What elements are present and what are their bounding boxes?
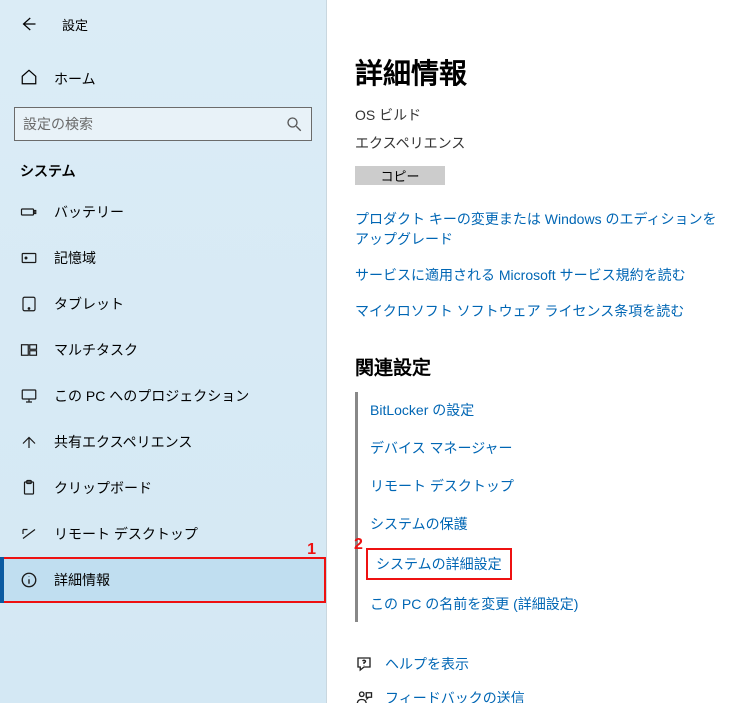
sidebar-item-label: タブレット bbox=[54, 294, 124, 314]
storage-icon bbox=[20, 249, 38, 267]
search-input[interactable] bbox=[23, 116, 285, 132]
sidebar-item-projection[interactable]: この PC へのプロジェクション bbox=[0, 373, 326, 419]
link-rename-pc[interactable]: この PC の名前を変更 (詳細設定) bbox=[370, 594, 724, 614]
sidebar-item-about[interactable]: 詳細情報 bbox=[0, 557, 326, 603]
link-product-key[interactable]: プロダクト キーの変更または Windows のエディションをアップグレード bbox=[355, 209, 724, 249]
copy-button[interactable]: コピー bbox=[355, 166, 445, 185]
sidebar-item-label: リモート デスクトップ bbox=[54, 524, 198, 544]
page-title: 詳細情報 bbox=[355, 52, 724, 92]
search-box[interactable] bbox=[14, 107, 312, 141]
back-icon bbox=[19, 15, 37, 33]
link-system-protection[interactable]: システムの保護 bbox=[370, 514, 724, 534]
link-bitlocker[interactable]: BitLocker の設定 bbox=[370, 400, 724, 420]
sidebar-item-battery[interactable]: バッテリー bbox=[0, 189, 326, 235]
info-row-osbuild: OS ビルド bbox=[355, 104, 724, 126]
info-key: OS ビルド bbox=[355, 105, 421, 125]
related-settings: BitLocker の設定 デバイス マネージャー リモート デスクトップ シス… bbox=[355, 392, 724, 622]
sidebar-item-label: クリップボード bbox=[54, 478, 152, 498]
link-services-terms[interactable]: サービスに適用される Microsoft サービス規約を読む bbox=[355, 265, 724, 285]
clipboard-icon bbox=[20, 479, 38, 497]
annotation-2: 2 bbox=[354, 536, 363, 554]
sidebar-item-label: バッテリー bbox=[54, 202, 124, 222]
info-row-experience: エクスペリエンス bbox=[355, 132, 724, 154]
help-link[interactable]: ヘルプを表示 bbox=[355, 654, 724, 674]
info-key: エクスペリエンス bbox=[355, 133, 465, 153]
sidebar-item-multitask[interactable]: マルチタスク bbox=[0, 327, 326, 373]
feedback-link[interactable]: フィードバックの送信 bbox=[355, 688, 724, 703]
projection-icon bbox=[20, 387, 38, 405]
help-icon bbox=[355, 655, 373, 673]
search-icon bbox=[285, 115, 303, 133]
sidebar-nav: バッテリー 記憶域 タブレット マルチタスク この PC へのプロジェクション … bbox=[0, 189, 326, 603]
help-label: ヘルプを表示 bbox=[385, 654, 469, 674]
sidebar-section-label: システム bbox=[0, 147, 326, 187]
sidebar-item-share[interactable]: 共有エクスペリエンス bbox=[0, 419, 326, 465]
sidebar-item-remote[interactable]: リモート デスクトップ 1 bbox=[0, 511, 326, 557]
share-icon bbox=[20, 433, 38, 451]
sidebar: 設定 ホーム システム バッテリー 記憶域 bbox=[0, 0, 327, 703]
sidebar-item-clipboard[interactable]: クリップボード bbox=[0, 465, 326, 511]
window-title: 設定 bbox=[62, 15, 88, 34]
back-button[interactable] bbox=[14, 10, 42, 38]
sidebar-item-label: マルチタスク bbox=[54, 340, 138, 360]
content-pane: 詳細情報 OS ビルド エクスペリエンス コピー プロダクト キーの変更または … bbox=[327, 0, 742, 703]
battery-icon bbox=[20, 203, 38, 221]
related-heading: 関連設定 bbox=[355, 353, 724, 380]
multitask-icon bbox=[20, 341, 38, 359]
sidebar-item-storage[interactable]: 記憶域 bbox=[0, 235, 326, 281]
sidebar-item-label: 記憶域 bbox=[54, 248, 96, 268]
remote-icon bbox=[20, 525, 38, 543]
link-advanced-system-settings[interactable]: システムの詳細設定 bbox=[370, 552, 508, 576]
feedback-icon bbox=[355, 689, 373, 703]
sidebar-item-label: 共有エクスペリエンス bbox=[54, 432, 192, 452]
home-label: ホーム bbox=[54, 69, 96, 89]
sidebar-item-label: この PC へのプロジェクション bbox=[54, 386, 249, 406]
tablet-icon bbox=[20, 295, 38, 313]
sidebar-item-tablet[interactable]: タブレット bbox=[0, 281, 326, 327]
info-icon bbox=[20, 571, 38, 589]
link-device-manager[interactable]: デバイス マネージャー bbox=[370, 438, 724, 458]
sidebar-item-label: 詳細情報 bbox=[54, 570, 110, 590]
link-remote-desktop[interactable]: リモート デスクトップ bbox=[370, 476, 724, 496]
feedback-label: フィードバックの送信 bbox=[385, 688, 525, 703]
home-icon bbox=[20, 68, 38, 89]
home-nav[interactable]: ホーム bbox=[0, 58, 326, 99]
link-license-terms[interactable]: マイクロソフト ソフトウェア ライセンス条項を読む bbox=[355, 301, 724, 321]
